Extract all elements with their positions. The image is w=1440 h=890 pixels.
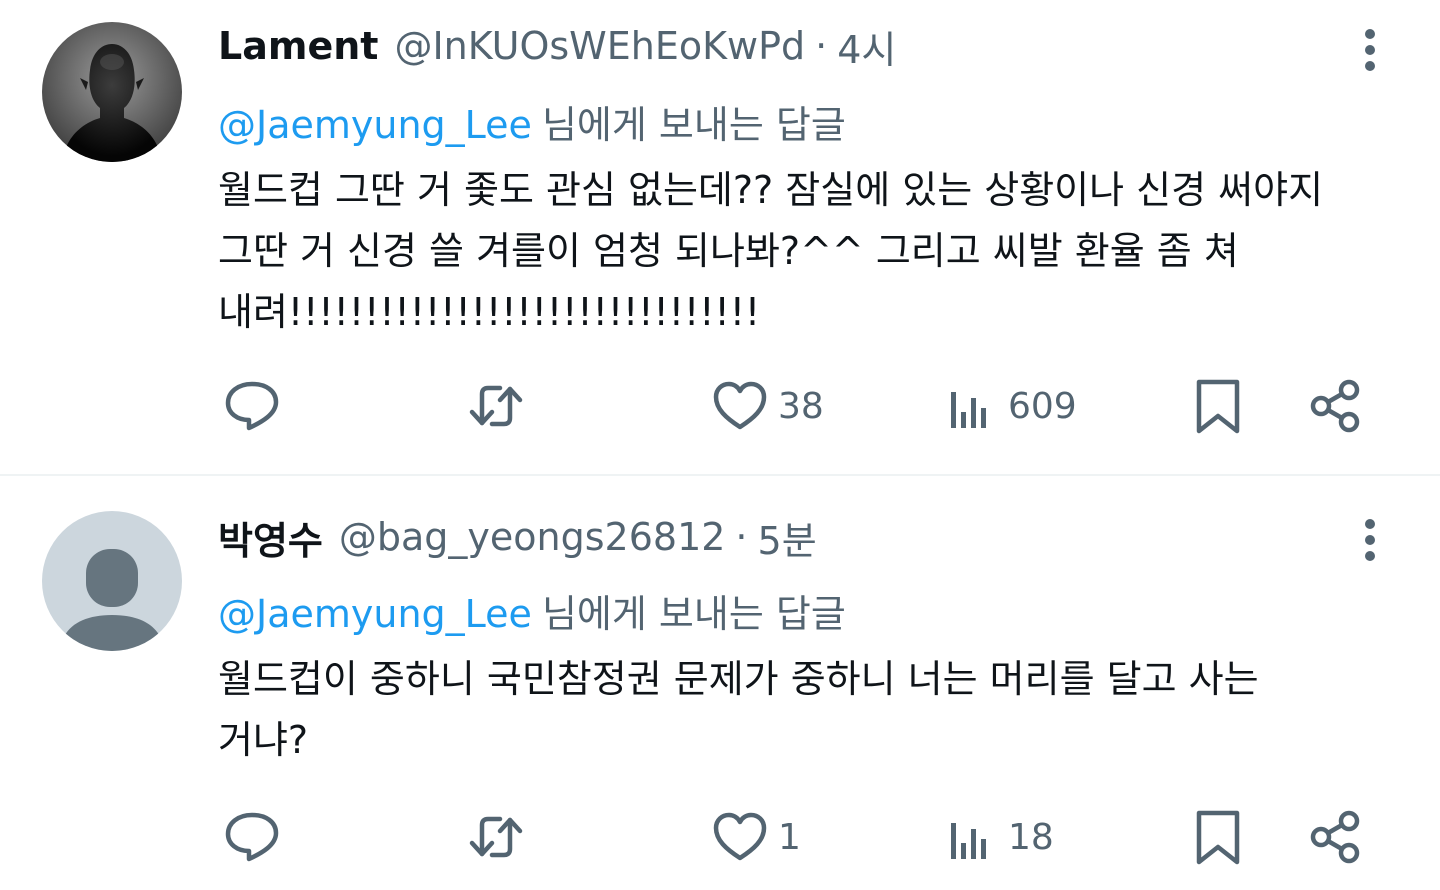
heart-icon — [713, 812, 767, 861]
action-bar: 38 609 — [0, 376, 1440, 436]
replying-to: @Jaemyung_Lee 님에게 보내는 답글 — [218, 583, 846, 638]
like-count: 1 — [778, 816, 801, 858]
views-button[interactable]: 609 — [940, 376, 1077, 436]
views-count: 18 — [1008, 816, 1054, 858]
tweet-reply[interactable]: Lament @InKUOsWEhEoKwPd · 4시 @Jaemyung_L… — [0, 0, 1440, 476]
views-count: 609 — [1008, 385, 1077, 427]
timestamp[interactable]: 4시 — [837, 19, 896, 74]
retweet-arrows-icon — [469, 816, 523, 858]
share-button[interactable] — [1305, 376, 1365, 436]
more-options-button[interactable] — [1356, 25, 1384, 75]
reply-button[interactable] — [222, 807, 282, 867]
bookmark-button[interactable] — [1188, 807, 1248, 867]
like-button[interactable]: 38 — [710, 376, 824, 436]
share-nodes-icon — [1310, 810, 1360, 864]
bar-chart-icon — [951, 823, 986, 859]
tweet-text: 월드컵 그딴 거 좇도 관심 없는데?? 잠실에 있는 상황이나 신경 써야지 … — [218, 160, 1398, 343]
retweet-arrows-icon — [469, 385, 523, 427]
user-handle[interactable]: @bag_yeongs26812 — [339, 515, 726, 559]
reply-suffix: 님에게 보내는 답글 — [541, 592, 846, 636]
bookmark-icon — [1196, 810, 1240, 865]
retweet-button[interactable] — [466, 376, 526, 436]
separator-dot: · — [735, 515, 748, 559]
replying-to: @Jaemyung_Lee 님에게 보내는 답글 — [218, 94, 846, 149]
tweet-text: 월드컵이 중하니 국민참정권 문제가 중하니 너는 머리를 달고 사는 거냐? — [218, 649, 1398, 771]
tweet-text-line: 월드컵이 중하니 국민참정권 문제가 중하니 너는 머리를 달고 사는 — [218, 657, 1259, 701]
share-button[interactable] — [1305, 807, 1365, 867]
display-name[interactable]: 박영수 — [218, 510, 323, 565]
tweet-text-line: 그딴 거 신경 쓸 겨를이 엄청 되나봐?^^ 그리고 씨발 환율 좀 쳐 — [218, 229, 1239, 273]
tweet-text-line: 월드컵 그딴 거 좇도 관심 없는데?? 잠실에 있는 상황이나 신경 써야지 — [218, 168, 1324, 212]
views-button[interactable]: 18 — [940, 807, 1054, 867]
tweet-header: 박영수 @bag_yeongs26812 · 5분 — [218, 510, 817, 565]
speech-bubble-icon — [225, 381, 279, 431]
like-button[interactable]: 1 — [710, 807, 801, 867]
default-avatar-icon — [42, 511, 182, 651]
reply-suffix: 님에게 보내는 답글 — [541, 103, 846, 147]
bar-chart-icon — [951, 392, 986, 428]
user-photo-icon — [42, 22, 182, 162]
separator-dot: · — [815, 24, 828, 68]
retweet-button[interactable] — [466, 807, 526, 867]
tweet-reply[interactable]: 박영수 @bag_yeongs26812 · 5분 @Jaemyung_Lee 님… — [0, 477, 1440, 890]
heart-icon — [713, 381, 767, 430]
avatar[interactable] — [42, 22, 182, 162]
tweet-header: Lament @InKUOsWEhEoKwPd · 4시 — [218, 19, 896, 74]
user-handle[interactable]: @InKUOsWEhEoKwPd — [394, 24, 805, 68]
tweet-text-line: 내려!!!!!!!!!!!!!!!!!!!!!!!!!!!!!!! — [218, 290, 761, 334]
mention-link[interactable]: @Jaemyung_Lee — [218, 592, 532, 636]
tweet-text-line: 거냐? — [218, 718, 309, 762]
more-options-button[interactable] — [1356, 515, 1384, 565]
bookmark-button[interactable] — [1188, 376, 1248, 436]
like-count: 38 — [778, 385, 824, 427]
action-bar: 1 18 — [0, 807, 1440, 867]
display-name[interactable]: Lament — [218, 24, 378, 68]
timestamp[interactable]: 5분 — [758, 510, 817, 565]
reply-button[interactable] — [222, 376, 282, 436]
share-nodes-icon — [1310, 379, 1360, 433]
bookmark-icon — [1196, 379, 1240, 434]
avatar[interactable] — [42, 511, 182, 651]
speech-bubble-icon — [225, 812, 279, 862]
mention-link[interactable]: @Jaemyung_Lee — [218, 103, 532, 147]
